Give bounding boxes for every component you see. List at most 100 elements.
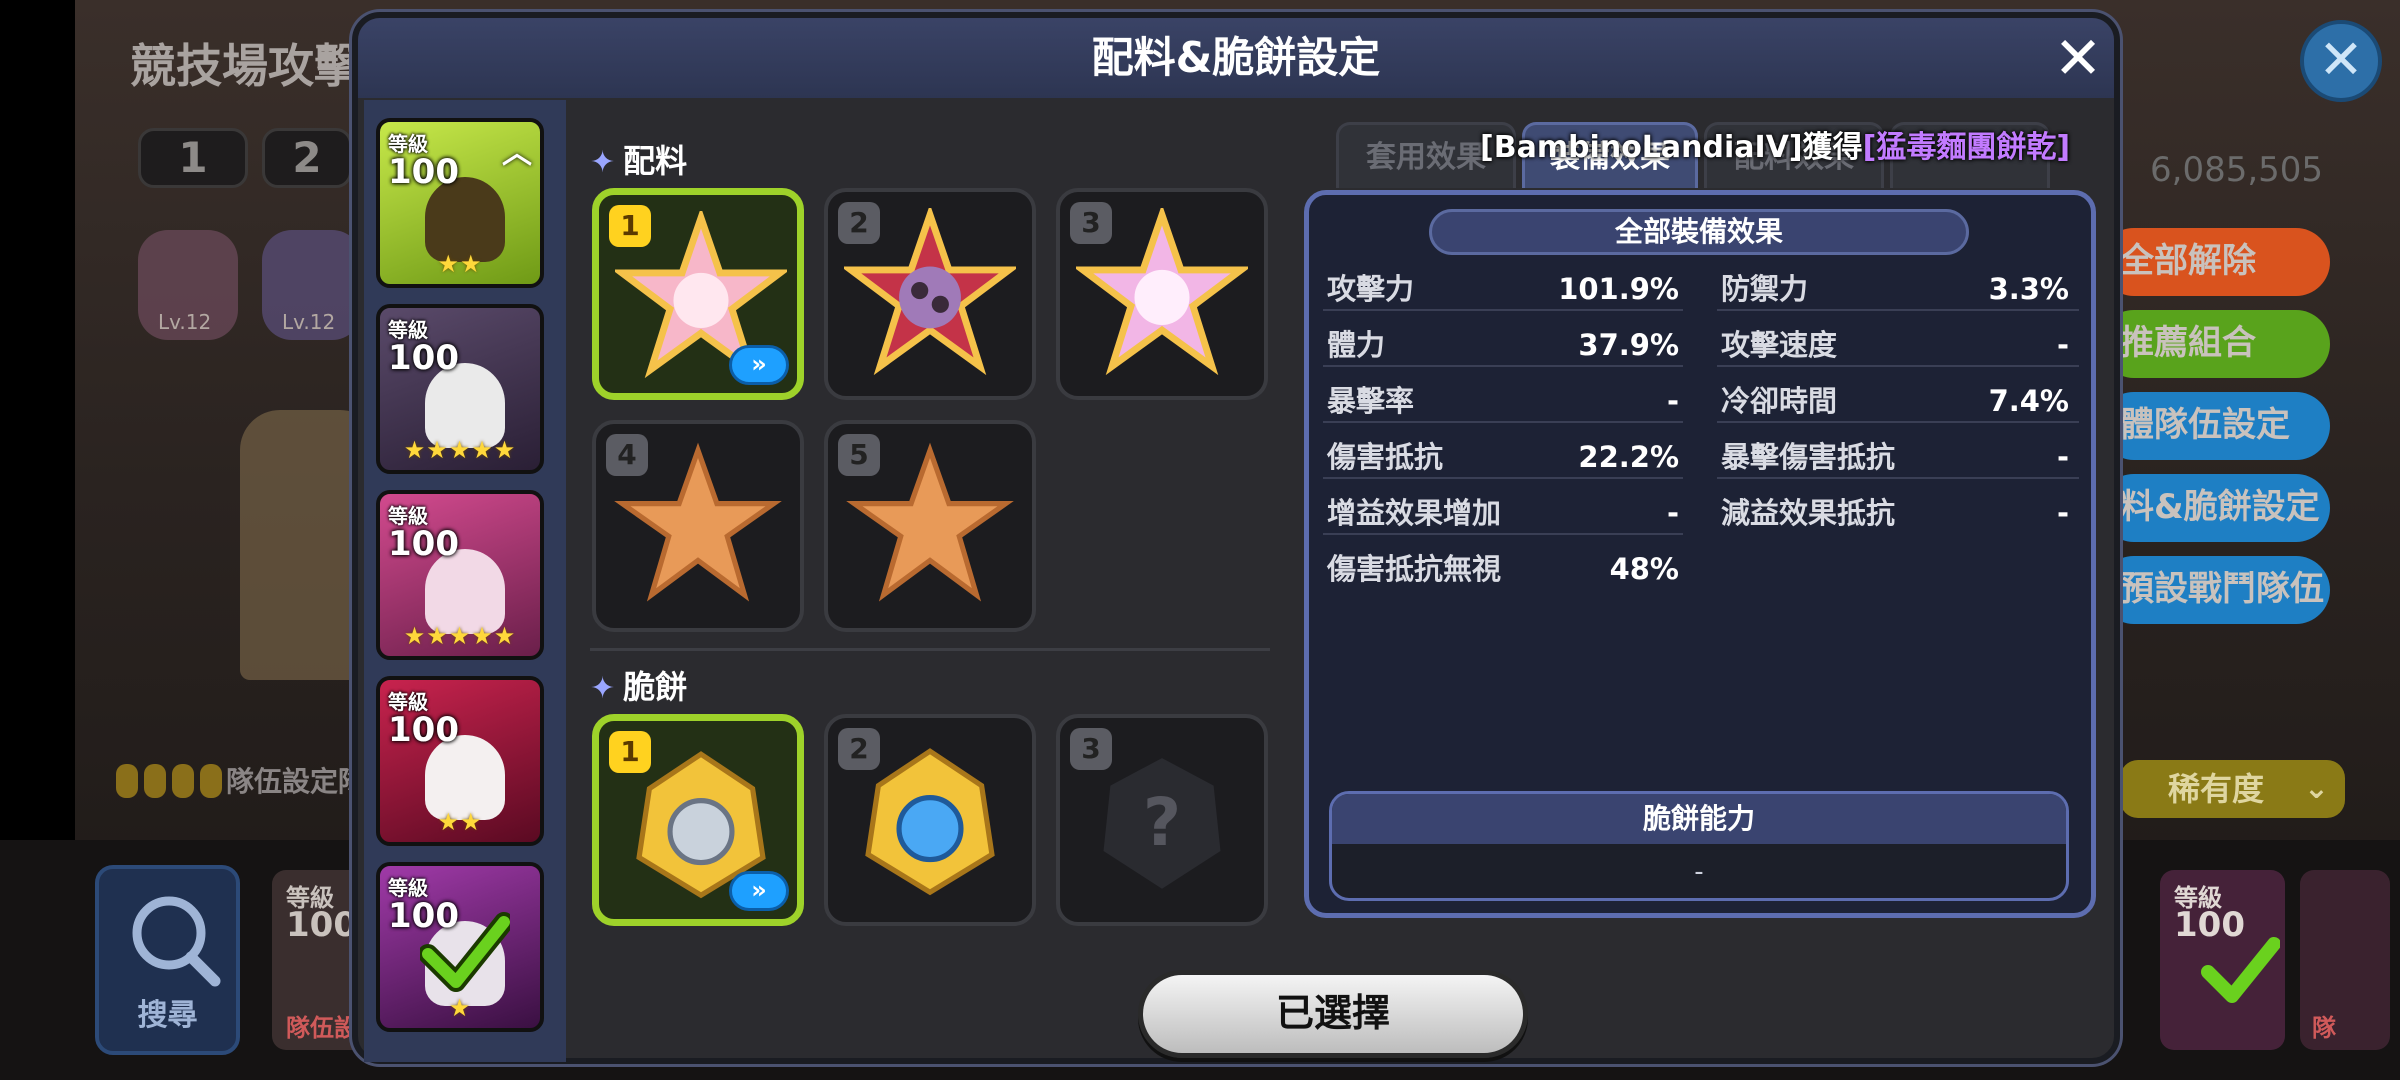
cookie-card-3[interactable]: 等級 100 ★★★★★ bbox=[376, 490, 544, 660]
stat-name: 攻擊力 bbox=[1327, 272, 1415, 306]
cookie-level: 100 bbox=[388, 338, 459, 378]
cookie-card-4[interactable]: 等級 100 ★★ bbox=[376, 676, 544, 846]
stat-value: 101.9% bbox=[1558, 272, 1679, 306]
tart-ability-box: 脆餅能力 - bbox=[1329, 791, 2069, 901]
stat-name: 冷卻時間 bbox=[1721, 384, 1838, 418]
slot-number: 3 bbox=[1070, 202, 1112, 244]
selected-button[interactable]: 已選擇 bbox=[1138, 970, 1528, 1058]
stats-heading: 全部裝備效果 bbox=[1614, 215, 1783, 248]
stat-value: - bbox=[2056, 440, 2069, 474]
tart-slot-1[interactable]: 1 » bbox=[592, 714, 804, 926]
search-label: 搜尋 bbox=[137, 998, 198, 1033]
stat-divider bbox=[1717, 309, 2079, 311]
team-settings-button[interactable]: 體隊伍設定 bbox=[2100, 392, 2330, 460]
toppings-section-label: ✦ 配料 bbox=[590, 142, 688, 180]
cookie-level: 100 bbox=[388, 710, 459, 750]
slot-number: 3 bbox=[1070, 728, 1112, 770]
team-dot bbox=[200, 764, 222, 798]
tart-ability-heading: 脆餅能力 bbox=[1332, 794, 2066, 844]
stat-name: 防禦力 bbox=[1721, 272, 1809, 306]
stat-divider bbox=[1323, 421, 1683, 423]
cookie-level: 100 bbox=[388, 152, 459, 192]
tart-slot-2[interactable]: 2 bbox=[824, 714, 1036, 926]
cookie-card-1[interactable]: 等級 100 ★★ ︿ bbox=[376, 118, 544, 288]
team-dot bbox=[116, 764, 138, 798]
sparkle-icon: ✦ bbox=[590, 145, 616, 180]
background-close-button[interactable]: ✕ bbox=[2300, 20, 2382, 102]
stat-divider bbox=[1323, 365, 1683, 367]
cookie-card-5[interactable]: 等級 100 ★ bbox=[376, 862, 544, 1032]
sparkle-icon: ✦ bbox=[590, 671, 616, 706]
chevron-down-icon: ⌄ bbox=[2303, 771, 2329, 806]
stat-value: - bbox=[2056, 496, 2069, 530]
slot-number: 1 bbox=[609, 205, 651, 247]
cookie-stars: ★★★★★ bbox=[403, 622, 517, 650]
stat-name: 攻擊速度 bbox=[1721, 328, 1838, 362]
unequip-all-button[interactable]: 全部解除 bbox=[2100, 228, 2330, 296]
team-dot bbox=[144, 764, 166, 798]
background-level-badge: Lv.12 bbox=[282, 310, 336, 334]
stat-divider bbox=[1717, 365, 2079, 367]
cookie-stars: ★★★★★ bbox=[403, 436, 517, 464]
stat-name: 傷害抵抗 bbox=[1327, 440, 1444, 474]
stat-value: - bbox=[1666, 384, 1679, 418]
checkmark-icon bbox=[2201, 937, 2280, 1003]
background-number-1: 1 bbox=[138, 128, 248, 188]
topping-slot-1[interactable]: 1 » bbox=[592, 188, 804, 400]
stat-divider bbox=[1717, 477, 2079, 479]
topping-tart-modal: 配料&脆餅設定 ✕ 等級 100 ★★ ︿ 等級 100 ★★★★★ 等級 10… bbox=[352, 12, 2120, 1064]
stat-name: 傷害抵抗無視 bbox=[1327, 552, 1502, 586]
stat-value: 48% bbox=[1609, 552, 1679, 586]
tart-slot-3[interactable]: ? 3 bbox=[1056, 714, 1268, 926]
stat-value: 7.4% bbox=[1988, 384, 2069, 418]
equip-effect-panel: 全部裝備效果 攻擊力 101.9% 體力 37.9% 暴擊率 - 傷害抵抗 22… bbox=[1304, 190, 2096, 918]
tart-ability-value: - bbox=[1694, 857, 1704, 887]
cookie-level: 100 bbox=[388, 524, 459, 564]
topping-slot-3[interactable]: 3 bbox=[1056, 188, 1268, 400]
background-score: 6,085,505 bbox=[2150, 150, 2324, 190]
stat-value: - bbox=[1666, 496, 1679, 530]
topping-slot-2[interactable]: 2 bbox=[824, 188, 1036, 400]
notice-item: [猛毒麵團餅乾] bbox=[1862, 130, 2071, 165]
cookie-stars: ★★ bbox=[437, 250, 483, 278]
stat-name: 體力 bbox=[1327, 328, 1386, 362]
stat-value: - bbox=[2056, 328, 2069, 362]
background-number-2: 2 bbox=[262, 128, 352, 188]
close-icon[interactable]: ✕ bbox=[2048, 26, 2108, 90]
rarity-label: 稀有度 bbox=[2168, 770, 2265, 808]
stat-name: 增益效果增加 bbox=[1327, 496, 1502, 530]
stat-divider bbox=[1323, 477, 1683, 479]
background-title: 競技場攻擊 bbox=[130, 39, 360, 93]
system-notice: [BambinoLandiaIV]獲得[猛毒麵團餅乾] bbox=[1480, 122, 2070, 166]
stat-divider bbox=[1717, 421, 2079, 423]
stat-value: 22.2% bbox=[1578, 440, 1679, 474]
upgrade-icon[interactable]: » bbox=[729, 345, 789, 385]
background-card-team-label: 隊伍設 bbox=[286, 1014, 358, 1042]
topping-slot-4[interactable]: 4 bbox=[592, 420, 804, 632]
slot-number: 4 bbox=[606, 434, 648, 476]
cookie-card-2[interactable]: 等級 100 ★★★★★ bbox=[376, 304, 544, 474]
slot-number: 1 bbox=[609, 731, 651, 773]
background-level-badge: Lv.12 bbox=[158, 310, 212, 334]
stat-divider bbox=[1323, 533, 1683, 535]
stat-name: 暴擊率 bbox=[1327, 384, 1415, 418]
recommended-button[interactable]: 推薦組合 bbox=[2100, 310, 2330, 378]
topping-slot-5[interactable]: 5 bbox=[824, 420, 1036, 632]
notice-text: [BambinoLandiaIV]獲得 bbox=[1480, 130, 1863, 165]
tarts-section-label: ✦ 脆餅 bbox=[590, 668, 688, 706]
slot-number: 5 bbox=[838, 434, 880, 476]
upgrade-icon[interactable]: » bbox=[729, 871, 789, 911]
team-dot bbox=[172, 764, 194, 798]
cookie-stars: ★★ bbox=[437, 808, 483, 836]
stat-name: 暴擊傷害抵抗 bbox=[1721, 440, 1896, 474]
rarity-sort-dropdown[interactable]: 稀有度 ⌄ bbox=[2120, 760, 2345, 818]
preset-team-button[interactable]: 預設戰鬥隊伍 bbox=[2100, 556, 2330, 624]
slot-number: 2 bbox=[838, 728, 880, 770]
modal-title: 配料&脆餅設定 bbox=[1091, 33, 1381, 82]
slot-number: 2 bbox=[838, 202, 880, 244]
topping-tart-settings-button[interactable]: 料&脆餅設定 bbox=[2100, 474, 2330, 542]
background-card-team-label: 隊 bbox=[2312, 1014, 2336, 1042]
checkmark-icon bbox=[420, 912, 510, 992]
chevron-up-icon[interactable]: ︿ bbox=[502, 128, 532, 172]
stats-heading-pill: 全部裝備效果 bbox=[1429, 209, 1969, 255]
